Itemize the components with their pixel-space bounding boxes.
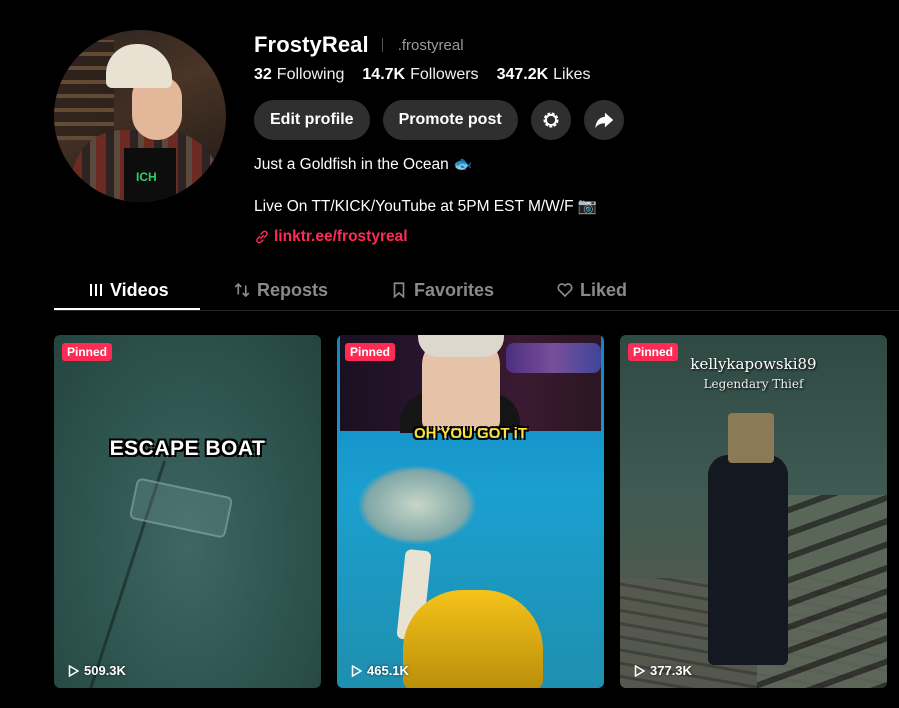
profile-stats: 32 Following 14.7K Followers 347.2K Likes <box>254 66 591 84</box>
profile-tabs: Videos Reposts Favorites Liked <box>54 270 899 311</box>
view-count: 465.1K <box>351 663 409 678</box>
share-button[interactable] <box>583 100 624 140</box>
video-overlay-text: ESCAPE BOAT <box>109 437 266 460</box>
tab-favorites-label: Favorites <box>414 279 495 300</box>
tab-videos[interactable]: Videos <box>88 270 169 310</box>
avatar-shirt-text: ICH <box>136 170 157 184</box>
profile-username: FrostyReal <box>254 32 369 57</box>
pinned-badge: Pinned <box>345 343 396 361</box>
webcam-lights <box>506 343 601 373</box>
promote-post-button[interactable]: Promote post <box>382 100 518 140</box>
view-count-value: 465.1K <box>367 663 409 678</box>
video-thumbnail-boat <box>128 477 234 539</box>
profile-nickname: .frostyreal <box>397 36 464 54</box>
video-card[interactable]: ESCAPE BOAT Pinned 509.3K <box>54 335 321 688</box>
profile-actions: Edit profile Promote post <box>254 100 624 140</box>
repost-icon <box>234 282 250 298</box>
video-overlay-player-title: Legendary Thief <box>703 377 804 391</box>
heart-icon <box>557 283 573 298</box>
stat-followers[interactable]: 14.7K Followers <box>362 66 478 84</box>
stat-followers-label: Followers <box>410 66 479 83</box>
stat-likes-value: 347.2K <box>496 66 549 83</box>
tab-favorites[interactable]: Favorites <box>390 270 494 310</box>
avatar-background-shelf <box>54 40 114 140</box>
view-count-value: 509.3K <box>84 663 126 678</box>
play-icon <box>634 664 645 677</box>
view-count: 509.3K <box>68 663 126 678</box>
profile-avatar[interactable]: ICH <box>54 30 226 202</box>
settings-button[interactable] <box>530 100 571 140</box>
bio-line-2: Live On TT/KICK/YouTube at 5PM EST M/W/F… <box>254 198 598 215</box>
name-separator <box>381 38 383 52</box>
active-tab-underline <box>54 308 200 310</box>
stat-followers-value: 14.7K <box>362 66 406 83</box>
video-thumbnail-pirate <box>708 455 788 665</box>
play-icon <box>68 664 79 677</box>
share-arrow-icon <box>594 112 613 129</box>
bio-link[interactable]: linktr.ee/frostyreal <box>254 228 408 246</box>
video-thumbnail-pirate-hat <box>728 413 774 463</box>
tab-liked-label: Liked <box>580 279 628 300</box>
stat-likes: 347.2K Likes <box>497 66 591 84</box>
stat-following-label: Following <box>276 66 345 83</box>
view-count: 377.3K <box>634 663 692 678</box>
stat-following[interactable]: 32 Following <box>254 66 344 84</box>
video-card[interactable]: kellykapowski89 Legendary Thief Pinned 3… <box>620 335 887 688</box>
gear-icon <box>543 112 559 128</box>
pinned-badge: Pinned <box>62 343 113 361</box>
grid-icon <box>90 284 102 296</box>
view-count-value: 377.3K <box>650 663 692 678</box>
tab-reposts[interactable]: Reposts <box>233 270 328 310</box>
stat-following-value: 32 <box>254 66 272 83</box>
video-thumbnail-island <box>357 465 477 545</box>
tab-reposts-label: Reposts <box>257 279 329 300</box>
bio-line-1: Just a Goldfish in the Ocean 🐟 <box>254 156 473 173</box>
profile-name-row: FrostyReal .frostyreal <box>254 32 464 58</box>
video-thumbnail-vehicle <box>403 590 543 688</box>
pinned-badge: Pinned <box>628 343 679 361</box>
tab-liked[interactable]: Liked <box>556 270 627 310</box>
edit-profile-button[interactable]: Edit profile <box>254 100 370 140</box>
bookmark-icon <box>393 282 405 299</box>
avatar-cap <box>106 44 172 88</box>
video-overlay-text: OH YOU GOT iT <box>413 425 528 442</box>
play-icon <box>351 664 362 677</box>
link-icon <box>256 230 268 244</box>
stat-likes-label: Likes <box>553 66 591 83</box>
avatar-tee: ICH <box>124 148 176 202</box>
tab-videos-label: Videos <box>110 279 169 300</box>
video-card[interactable]: OH YOU GOT iT Pinned 465.1K <box>337 335 604 688</box>
bio-link-text: linktr.ee/frostyreal <box>274 228 408 245</box>
webcam-hat <box>418 335 504 357</box>
